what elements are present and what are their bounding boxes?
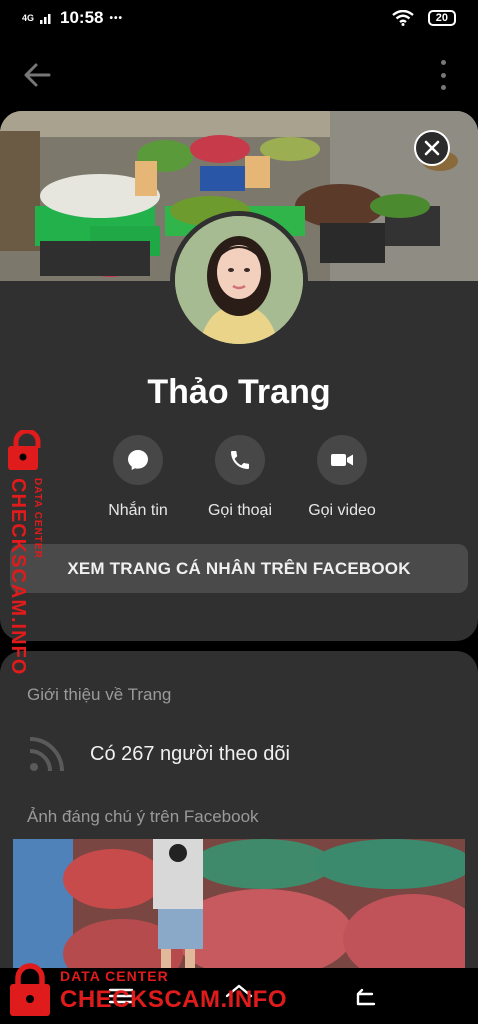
signal-icon (40, 14, 51, 24)
clock: 10:58 (60, 8, 104, 27)
action-row: Nhắn tin Gọi thoại Gọi video (90, 435, 390, 520)
photos-title: Ảnh đáng chú ý trên Facebook (27, 807, 259, 826)
watermark-side-small-text: DATA CENTER (32, 478, 43, 559)
video-call-label: Gọi video (308, 502, 376, 519)
message-action[interactable]: Nhắn tin (90, 435, 186, 520)
message-label: Nhắn tin (108, 502, 168, 519)
top-navigation (0, 52, 478, 98)
featured-photo[interactable] (13, 839, 465, 981)
followers-row: Có 267 người theo dõi (26, 733, 290, 775)
watermark-bottom: DATA CENTER CHECKSCAM.INFO (8, 962, 288, 1020)
back-arrow-icon[interactable] (22, 60, 52, 90)
notification-dots: ••• (109, 12, 124, 24)
more-options-icon[interactable] (438, 60, 448, 90)
watermark-bottom-text: CHECKSCAM.INFO (60, 986, 287, 1013)
watermark-bottom-small-text: DATA CENTER (60, 968, 169, 984)
watermark-side-text: CHECKSCAM.INFO (7, 478, 29, 676)
rss-feed-icon (29, 737, 64, 772)
message-button[interactable] (113, 435, 163, 485)
wifi-icon (392, 10, 414, 26)
watermark-side: CHECKSCAM.INFO DATA CENTER (2, 430, 58, 675)
back-icon[interactable] (350, 982, 380, 1010)
message-icon (128, 450, 148, 470)
network-type: 4G (22, 12, 35, 23)
battery-indicator: 20 (427, 10, 456, 26)
voice-call-button[interactable] (215, 435, 265, 485)
lock-icon (8, 430, 41, 470)
close-icon (424, 140, 440, 156)
status-bar: 4G 10:58 ••• 20 (0, 0, 478, 36)
voice-call-action[interactable]: Gọi thoại (192, 435, 288, 520)
about-title: Giới thiệu về Trang (27, 685, 172, 704)
view-facebook-profile-button[interactable]: XEM TRANG CÁ NHÂN TRÊN FACEBOOK (10, 544, 468, 593)
profile-name: Thảo Trang (147, 373, 331, 411)
phone-icon (231, 451, 249, 469)
lock-icon (10, 963, 50, 1016)
close-button[interactable] (414, 130, 450, 166)
avatar[interactable] (170, 211, 308, 349)
about-card: Giới thiệu về Trang Có 267 người theo dõ… (0, 651, 478, 981)
profile-card: Thảo Trang Nhắn tin Gọi thoại Gọi video … (0, 111, 478, 641)
voice-call-label: Gọi thoại (207, 502, 273, 519)
video-camera-icon (331, 454, 353, 466)
video-call-button[interactable] (317, 435, 367, 485)
followers-text: Có 267 người theo dõi (90, 742, 290, 765)
video-call-action[interactable]: Gọi video (294, 435, 390, 520)
